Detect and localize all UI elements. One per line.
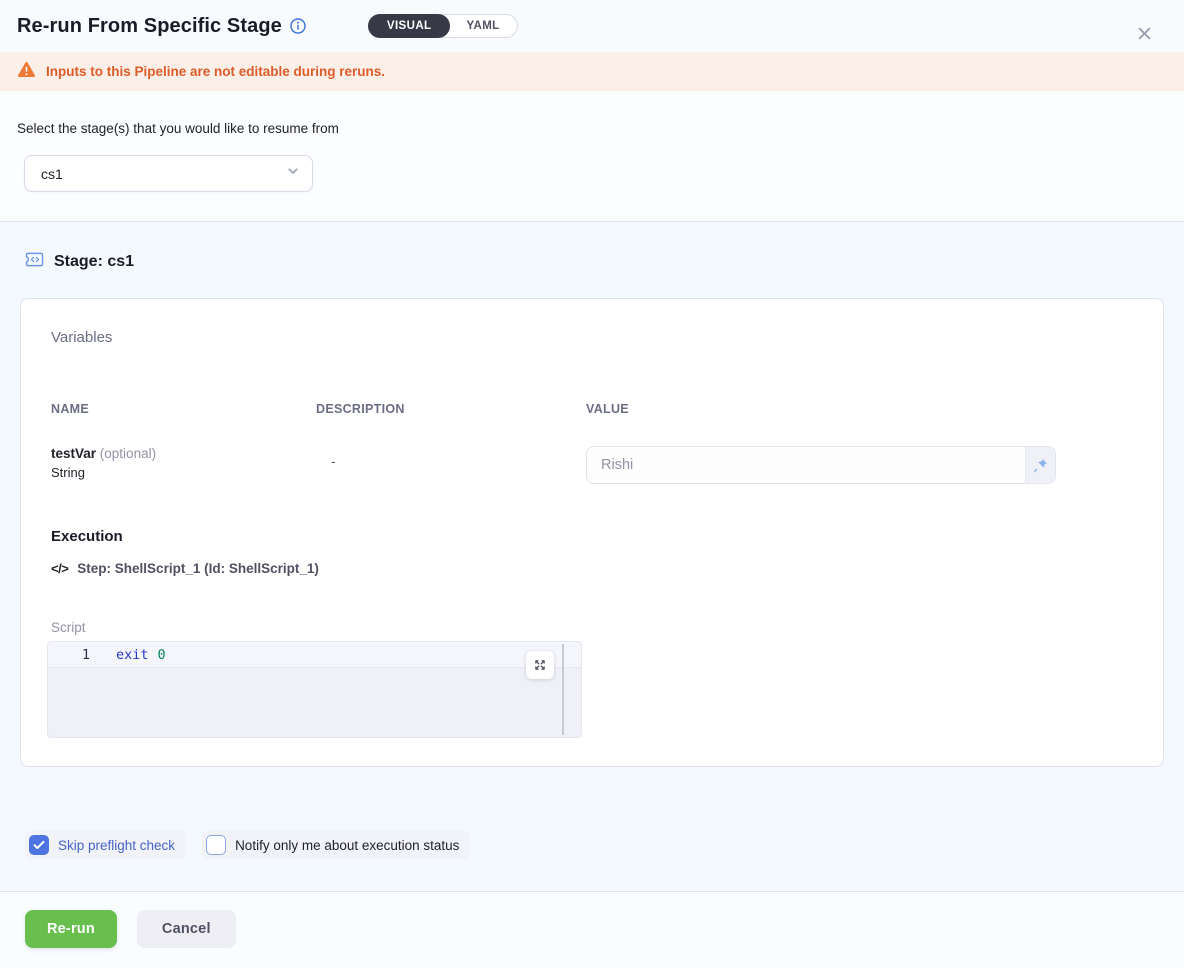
toggle-yaml[interactable]: YAML [449,14,516,38]
variable-description: - [316,446,586,469]
skip-preflight-checkbox[interactable]: Skip preflight check [25,831,186,859]
chevron-down-icon [286,164,300,183]
warning-text: Inputs to this Pipeline are not editable… [46,64,385,79]
execution-heading: Execution [51,528,1133,545]
toggle-visual[interactable]: VISUAL [368,14,451,38]
checkbox-label: Skip preflight check [58,838,175,853]
warning-icon [17,61,36,83]
table-row: testVar (optional) String - [51,446,1133,484]
custom-stage-icon [25,251,44,273]
modal-header: Re-run From Specific Stage VISUAL YAML [0,0,1184,52]
stage-heading: Stage: cs1 [0,251,1184,273]
stage-select-label: Select the stage(s) that you would like … [17,121,1184,136]
close-button[interactable] [1133,22,1156,45]
checkbox-label: Notify only me about execution status [235,838,459,853]
checkbox-icon [206,835,226,855]
stage-heading-text: Stage: cs1 [54,253,134,271]
variables-table-header: NAME DESCRIPTION VALUE [51,402,1133,416]
checkbox-icon [29,835,49,855]
info-icon[interactable] [290,18,306,34]
expand-icon [533,658,547,672]
column-header-value: VALUE [586,402,1133,416]
variable-value-field [586,446,1056,484]
column-header-name: NAME [51,402,316,416]
step-label: Step: ShellScript_1 (Id: ShellScript_1) [77,561,319,576]
rerun-button[interactable]: Re-run [25,910,117,948]
variable-type: String [51,465,316,480]
stage-card: Variables NAME DESCRIPTION VALUE testVar… [20,298,1164,767]
code-line: 1 exit 0 [48,642,581,668]
page-title: Re-run From Specific Stage [17,15,282,38]
script-editor[interactable]: 1 exit 0 [47,641,582,738]
pin-button[interactable] [1025,447,1055,483]
expand-editor-button[interactable] [526,651,554,679]
variable-value-input[interactable] [587,447,1025,483]
code-step-icon: </> [51,561,68,576]
notify-only-me-checkbox[interactable]: Notify only me about execution status [202,831,470,859]
stage-select-dropdown[interactable]: cs1 [24,155,313,192]
code-number: 0 [158,647,166,663]
stage-section: Stage: cs1 Variables NAME DESCRIPTION VA… [0,221,1184,891]
rerun-from-stage-modal: Re-run From Specific Stage VISUAL YAML [0,0,1184,968]
warning-banner: Inputs to this Pipeline are not editable… [0,52,1184,91]
cancel-button[interactable]: Cancel [137,910,236,948]
run-options: Skip preflight check Notify only me abou… [0,831,1184,859]
line-number: 1 [48,647,116,663]
variables-heading: Variables [51,329,1133,346]
stage-select-section: Select the stage(s) that you would like … [0,91,1184,221]
step-row: </> Step: ShellScript_1 (Id: ShellScript… [51,561,1133,576]
visual-yaml-toggle: VISUAL YAML [368,14,518,38]
variable-name-cell: testVar (optional) String [51,446,316,480]
variable-optional-label: (optional) [100,446,156,461]
code-keyword: exit [116,647,149,663]
stage-select-value: cs1 [41,166,63,182]
variable-name: testVar [51,446,96,461]
editor-scrollbar[interactable] [562,644,564,735]
pin-icon [1033,458,1048,473]
modal-footer: Re-run Cancel [0,891,1184,968]
script-label: Script [51,620,1133,635]
column-header-description: DESCRIPTION [316,402,586,416]
code-text: exit 0 [116,647,166,663]
close-icon [1137,26,1152,41]
